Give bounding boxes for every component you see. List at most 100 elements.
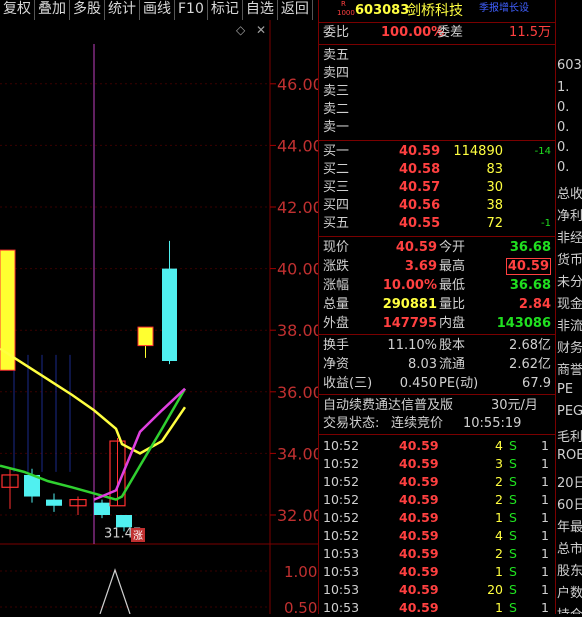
f10-item[interactable]: ROE	[557, 448, 582, 463]
stat-value: 36.68	[509, 278, 551, 293]
tick-volume: 2	[495, 474, 503, 489]
tick-count: 1	[541, 438, 549, 453]
toolbar-item[interactable]: 画线	[140, 0, 175, 20]
f10-item[interactable]: 60日	[557, 494, 582, 513]
candle-body	[94, 502, 110, 515]
f10-item[interactable]: 未分	[557, 271, 582, 290]
status-value: 连续竞价	[391, 416, 444, 431]
sell-label: 卖二	[323, 102, 350, 117]
sell-label: 卖一	[323, 120, 350, 135]
tick-side: S	[509, 456, 517, 471]
buy-label: 买一	[323, 144, 350, 159]
weibi-value: 100.00%	[381, 25, 445, 40]
tick-time: 10:52	[323, 474, 360, 489]
tick-volume: 3	[495, 456, 503, 471]
ad-text[interactable]: 自动续费通达信普及版	[323, 397, 453, 415]
tick-count: 1	[541, 600, 549, 615]
f10-item[interactable]: 财务	[557, 337, 582, 356]
f10-item[interactable]: 净利	[557, 205, 582, 224]
f10-item[interactable]: 603	[557, 58, 582, 73]
tick-count: 1	[541, 528, 549, 543]
tick-count: 1	[541, 492, 549, 507]
stat-label: 涨跌	[323, 259, 350, 274]
sell-row[interactable]: 卖四	[319, 65, 555, 83]
buy-change: -1	[541, 218, 551, 229]
f10-item[interactable]: PE	[557, 382, 573, 397]
tick-side: S	[509, 492, 517, 507]
stat-value: 36.68	[509, 240, 551, 255]
tick-price: 40.59	[399, 600, 439, 615]
f10-item[interactable]: 非经	[557, 227, 582, 246]
candle-body	[162, 268, 177, 361]
buy-label: 买五	[323, 216, 350, 231]
stat-value: 290881	[382, 297, 437, 312]
f10-item[interactable]: 总市	[557, 538, 582, 557]
f10-item[interactable]: 持仓	[557, 604, 582, 614]
stat-label: 量比	[439, 297, 466, 312]
tick-row: 10:52 40.59 2 S 1	[319, 491, 555, 509]
stat-label: 收益(三)	[323, 376, 373, 391]
toolbar-item[interactable]: 叠加	[35, 0, 70, 20]
f10-item[interactable]: 1.	[557, 80, 569, 95]
stat-label: 流通	[439, 357, 466, 372]
close-icon[interactable]: ✕	[256, 23, 266, 37]
price-tick-label: 40.00	[277, 260, 318, 279]
sell-row[interactable]: 卖五	[319, 47, 555, 65]
f10-item[interactable]: 0.	[557, 100, 569, 115]
f10-item[interactable]: 非流	[557, 315, 582, 334]
f10-item[interactable]: 商誉	[557, 359, 582, 378]
stat-value: 40.59	[505, 258, 551, 275]
f10-item[interactable]: 毛利	[557, 426, 582, 445]
toolbar-item[interactable]: 多股	[70, 0, 105, 20]
tick-time: 10:53	[323, 564, 360, 579]
toolbar-item[interactable]: 标记	[208, 0, 243, 20]
tick-row: 10:52 40.59 3 S 1	[319, 455, 555, 473]
stat-row: 净资 8.03 流通 2.62亿	[319, 356, 555, 374]
ad-price[interactable]: 30元/月	[491, 397, 538, 415]
toolbar-item[interactable]: 自选	[243, 0, 278, 20]
f10-item[interactable]: PEG	[557, 404, 582, 419]
toolbar-item[interactable]: F10	[175, 0, 208, 20]
sell-label: 卖五	[323, 48, 350, 63]
tick-side: S	[509, 582, 517, 597]
toolbar-item[interactable]: 返回	[278, 0, 313, 20]
f10-item[interactable]: 0.	[557, 120, 569, 135]
toolbar-item[interactable]: 统计	[105, 0, 140, 20]
f10-item[interactable]: 0.	[557, 160, 569, 175]
buy-row[interactable]: 买一 40.59 114890 -14	[319, 143, 555, 161]
tick-time: 10:52	[323, 438, 360, 453]
buy-row[interactable]: 买四 40.56 38	[319, 197, 555, 215]
sell-row[interactable]: 卖三	[319, 83, 555, 101]
sell-label: 卖四	[323, 66, 350, 81]
buy-row[interactable]: 买五 40.55 72 -1	[319, 215, 555, 233]
tick-row: 10:52 40.59 4 S 1	[319, 527, 555, 545]
stat-value: 2.62亿	[509, 357, 551, 372]
stock-tag[interactable]: 季报增长设	[479, 0, 529, 18]
buy-row[interactable]: 买二 40.58 83	[319, 161, 555, 179]
limit-up-text: 涨	[133, 530, 143, 542]
buy-price: 40.55	[399, 216, 441, 231]
price-tick-label: 36.00	[277, 383, 318, 402]
tick-volume: 4	[495, 438, 503, 453]
diamond-icon[interactable]: ◇	[236, 23, 246, 37]
f10-item[interactable]: 股东	[557, 560, 582, 579]
tick-side: S	[509, 510, 517, 525]
f10-item[interactable]: 户数	[557, 582, 582, 601]
f10-item[interactable]: 年最	[557, 516, 582, 535]
toolbar-item[interactable]: 复权	[0, 0, 35, 20]
f10-item[interactable]: 总收	[557, 183, 582, 202]
kline-chart[interactable]: 46.00 44.00 42.00 40.00 38.00 36.00 34.00 32.00…	[0, 20, 318, 614]
buy-row[interactable]: 买三 40.57 30	[319, 179, 555, 197]
f10-item[interactable]: 货币	[557, 249, 582, 268]
f10-item[interactable]: 20日	[557, 472, 582, 491]
buy-volume: 83	[486, 162, 503, 177]
f10-item[interactable]: 0.	[557, 140, 569, 155]
stat-row: 外盘 147795 内盘 143086	[319, 315, 555, 333]
sell-row[interactable]: 卖二	[319, 101, 555, 119]
tick-volume: 1	[495, 510, 503, 525]
f10-item[interactable]: 现金	[557, 293, 582, 312]
buy-label: 买三	[323, 180, 350, 195]
tick-count: 1	[541, 582, 549, 597]
tick-row: 10:53 40.59 1 S 1	[319, 599, 555, 617]
sell-row[interactable]: 卖一	[319, 119, 555, 137]
